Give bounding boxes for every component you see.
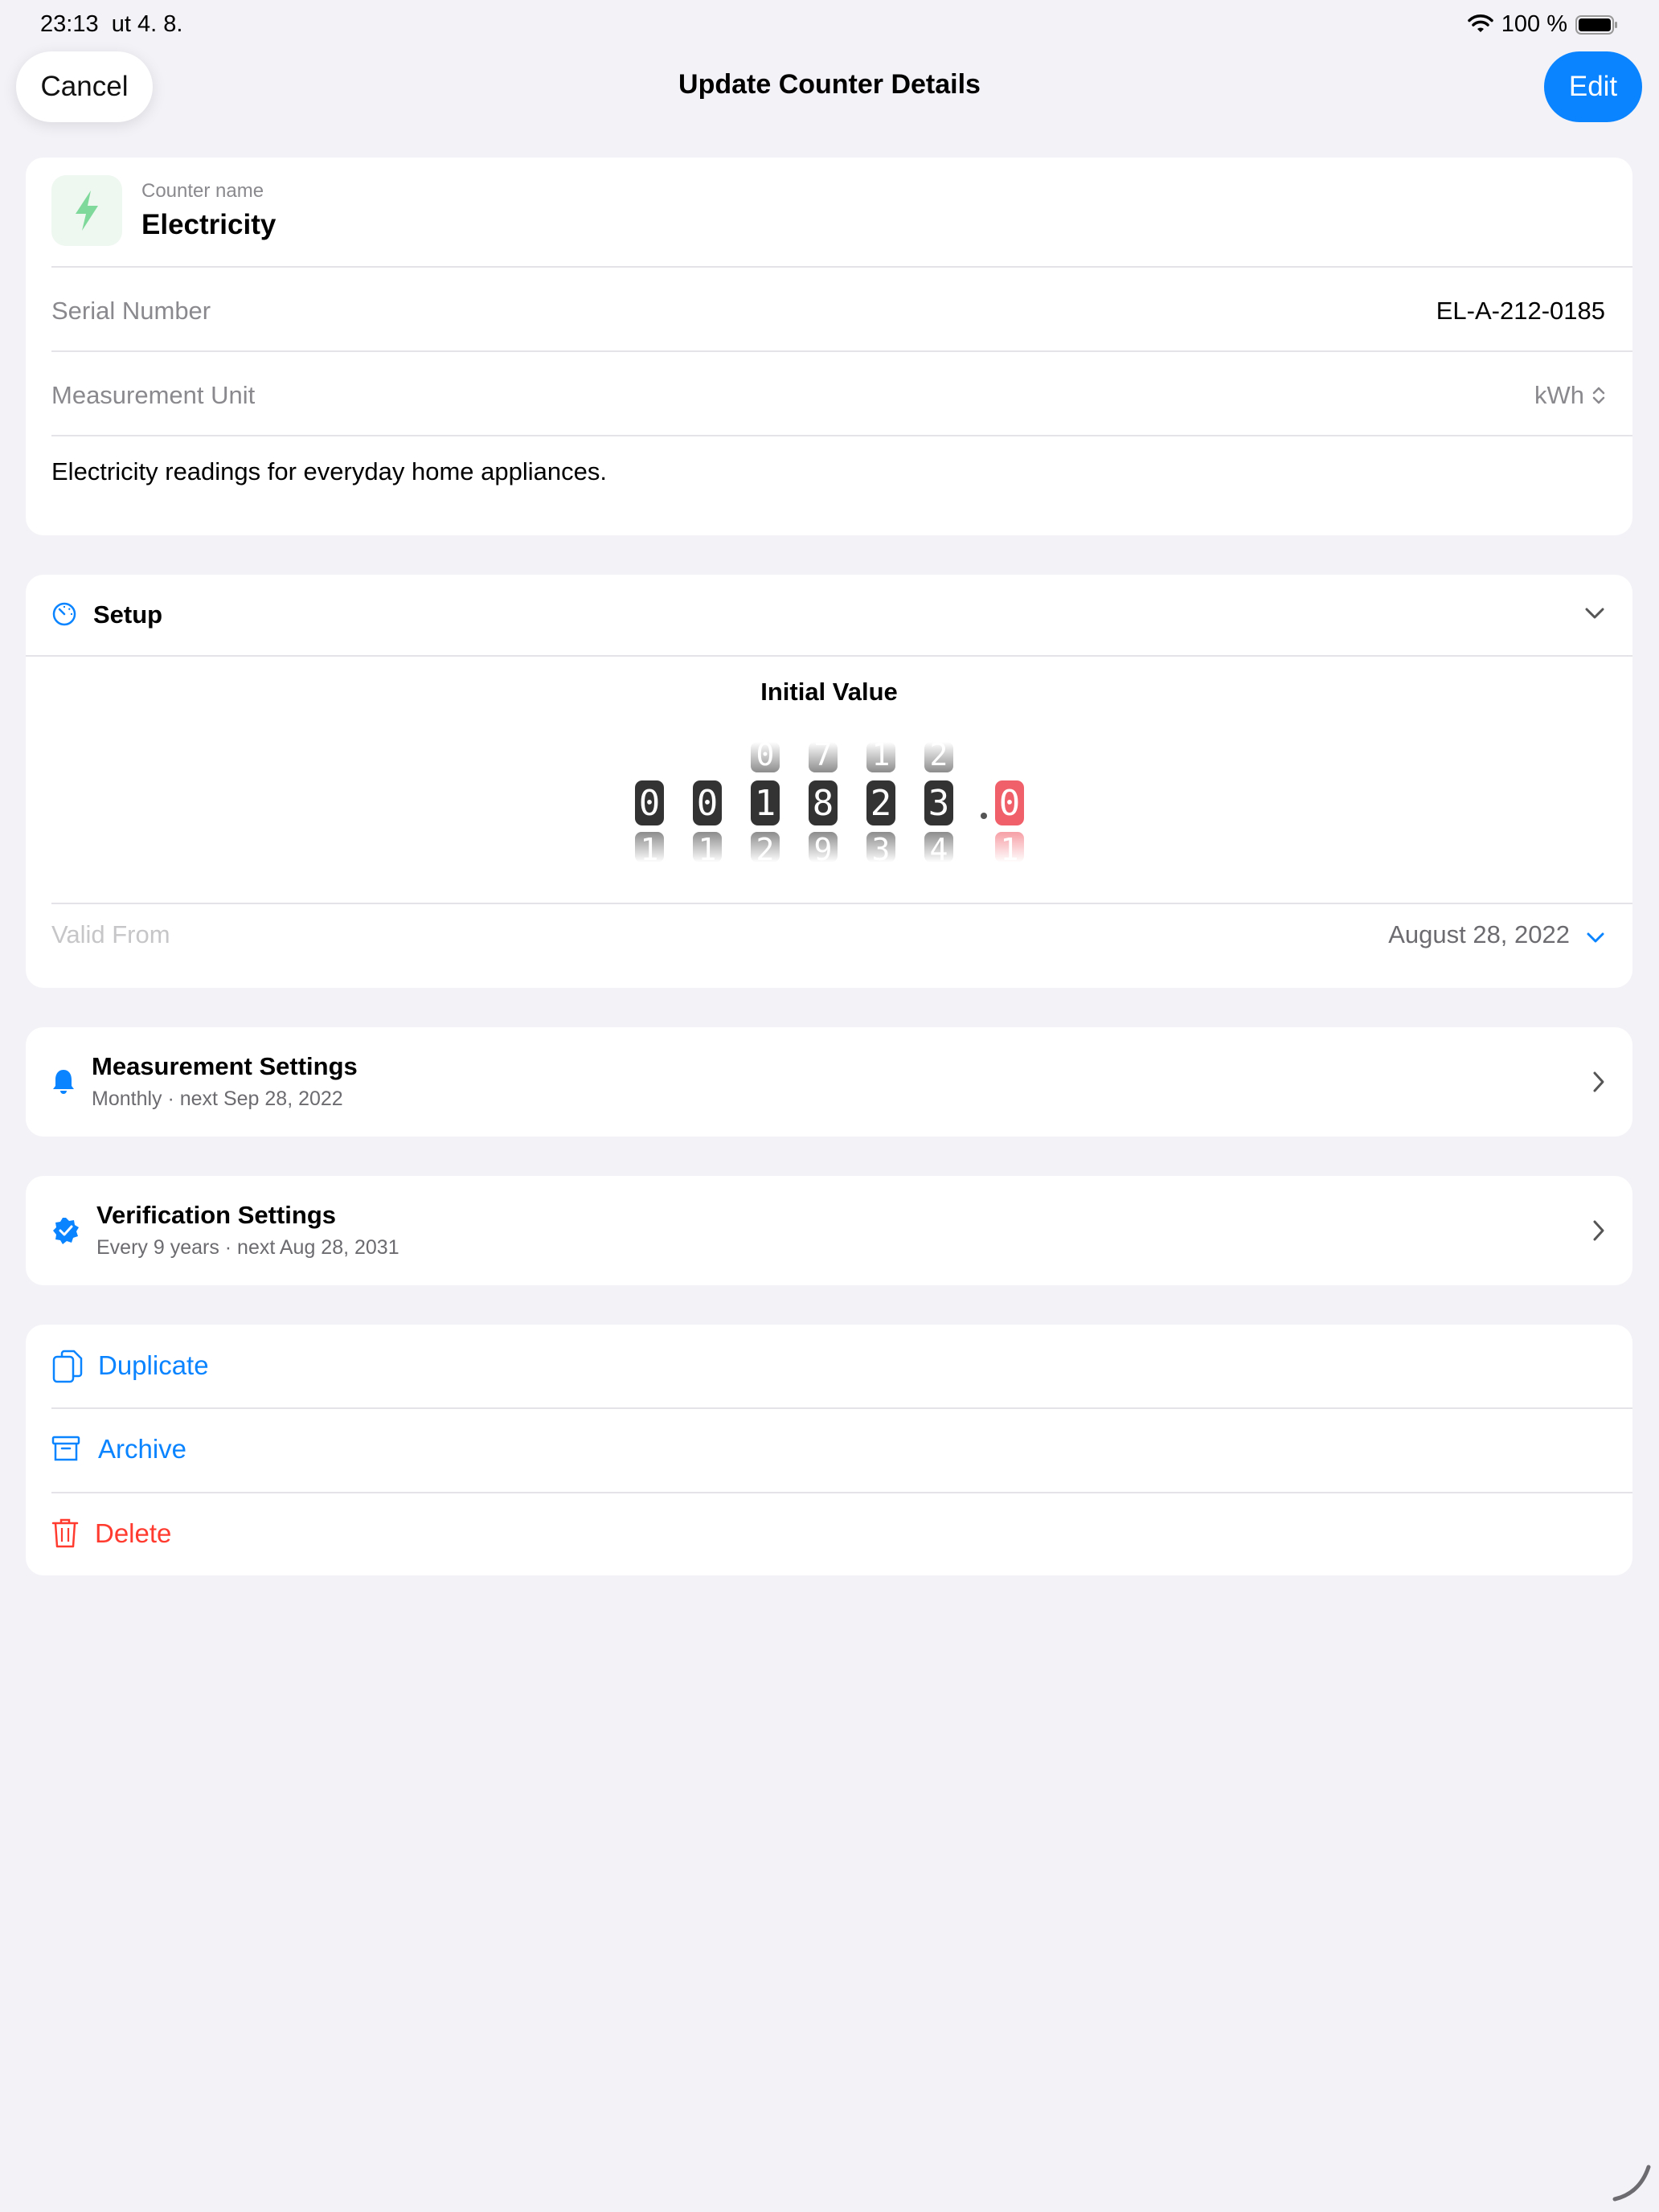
measurement-settings-row[interactable]: Measurement Settings Monthly · next Sep …	[26, 1027, 1632, 1137]
edit-button[interactable]: Edit	[1544, 51, 1642, 122]
serial-number-label: Serial Number	[51, 297, 211, 325]
status-time: 23:13 ut 4. 8.	[40, 11, 183, 37]
initial-value-odometer[interactable]: 010101278912323401	[26, 575, 1632, 912]
measurement-settings-title: Measurement Settings	[92, 1052, 358, 1080]
setup-card: Setup Initial Value 010101278912323401 V…	[26, 575, 1632, 988]
bolt-icon	[76, 190, 98, 231]
odometer-digit-above: 0	[751, 742, 780, 772]
odometer-digit-below: 2	[751, 832, 780, 862]
serial-number-field[interactable]: EL-A-212-0185	[1436, 297, 1605, 326]
divider	[51, 903, 1632, 904]
delete-button[interactable]: Delete	[26, 1493, 1632, 1575]
description-field[interactable]: Electricity readings for everyday home a…	[51, 457, 607, 486]
battery-percent: 100 %	[1501, 11, 1567, 37]
counter-details-card: Counter name Electricity Serial Number E…	[26, 158, 1632, 535]
odometer-digit: 3	[924, 780, 953, 825]
delete-label: Delete	[95, 1518, 172, 1548]
trash-icon	[51, 1518, 79, 1548]
odometer-digit-above: 1	[866, 742, 895, 772]
odometer-digit: 0	[693, 780, 722, 825]
measurement-unit-label: Measurement Unit	[51, 381, 256, 409]
counter-icon-tile[interactable]	[51, 175, 122, 246]
counter-name-field[interactable]: Electricity	[141, 209, 276, 241]
archive-button[interactable]: Archive	[26, 1408, 1632, 1492]
verification-settings-subtitle: Every 9 years · next Aug 28, 2031	[96, 1236, 399, 1259]
verification-settings-title: Verification Settings	[96, 1201, 337, 1229]
status-bar: 23:13 ut 4. 8. 100 %	[0, 0, 1659, 51]
odometer-digit: 2	[866, 780, 895, 825]
odometer-digit-above: 2	[924, 742, 953, 772]
odometer-digit-above: 7	[809, 742, 838, 772]
odometer-digit: 8	[809, 780, 838, 825]
archive-label: Archive	[98, 1434, 187, 1464]
odometer-digit-below: 4	[924, 832, 953, 862]
resize-handle-icon[interactable]	[1612, 2162, 1652, 2202]
chevron-right-icon	[1593, 1220, 1604, 1241]
decimal-point	[981, 813, 987, 819]
measurement-settings-subtitle: Monthly · next Sep 28, 2022	[92, 1088, 343, 1110]
measurement-unit-picker[interactable]: kWh	[1534, 381, 1605, 410]
measurement-unit-value: kWh	[1534, 381, 1584, 409]
odometer-digit-below: 1	[693, 832, 722, 862]
divider	[51, 266, 1632, 268]
battery-icon	[1575, 14, 1617, 35]
chevron-up-down-icon	[1592, 387, 1605, 404]
odometer-digit: 1	[751, 780, 780, 825]
actions-card: Duplicate Archive Delete	[26, 1325, 1632, 1575]
wifi-icon	[1468, 14, 1493, 32]
odometer-digit-below: 1	[635, 832, 664, 862]
divider	[51, 350, 1632, 352]
duplicate-button[interactable]: Duplicate	[26, 1325, 1632, 1408]
counter-name-caption: Counter name	[141, 180, 264, 202]
verification-settings-row[interactable]: Verification Settings Every 9 years · ne…	[26, 1176, 1632, 1285]
chevron-right-icon	[1593, 1071, 1604, 1092]
verified-badge-icon	[53, 1218, 79, 1244]
archive-box-icon	[51, 1436, 80, 1461]
duplicate-label: Duplicate	[98, 1350, 209, 1380]
odometer-digit: 0	[635, 780, 664, 825]
page-title: Update Counter Details	[678, 69, 981, 100]
valid-from-date-picker[interactable]: August 28, 2022	[1388, 920, 1570, 949]
odometer-digit-below: 9	[809, 832, 838, 862]
odometer-decimal-digit: 0	[995, 780, 1024, 825]
duplicate-icon	[52, 1350, 83, 1383]
chevron-down-icon[interactable]	[1586, 932, 1605, 944]
bell-icon	[53, 1070, 74, 1094]
odometer-decimal-digit-below: 1	[995, 832, 1024, 862]
valid-from-label: Valid From	[51, 920, 170, 948]
status-right: 100 %	[1468, 11, 1619, 38]
odometer-digit-below: 3	[866, 832, 895, 862]
divider	[51, 435, 1632, 436]
